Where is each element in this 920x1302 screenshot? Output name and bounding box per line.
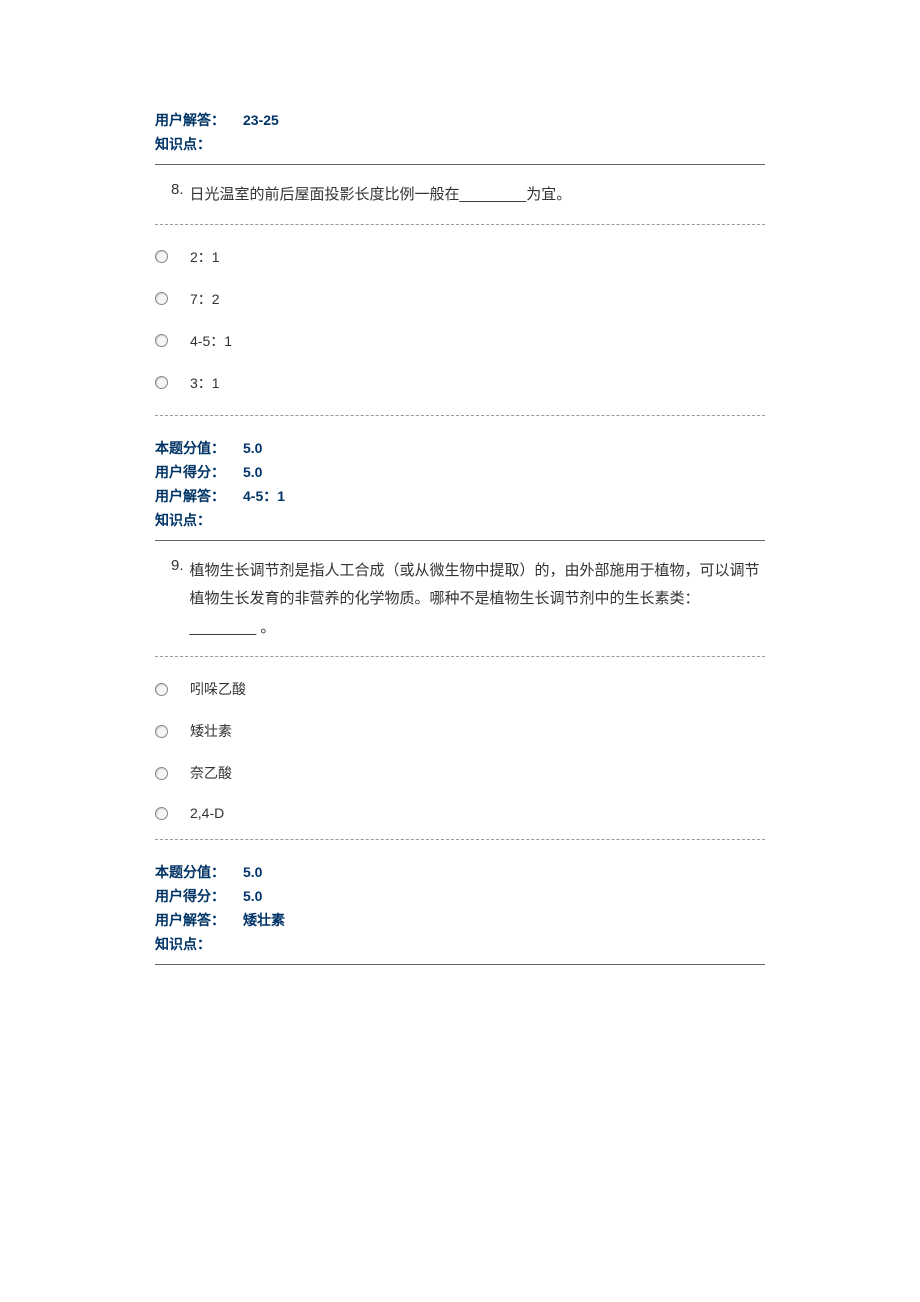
meta-row-knowledge: 知识点： bbox=[155, 934, 765, 954]
meta-row-user-score: 用户得分： 5.0 bbox=[155, 886, 765, 906]
meta-row-knowledge: 知识点： bbox=[155, 510, 765, 530]
question-number: 9. bbox=[171, 557, 184, 574]
meta-row-user-answer: 用户解答： 矮壮素 bbox=[155, 910, 765, 930]
option-row[interactable]: 3：1 bbox=[155, 373, 765, 393]
radio-icon[interactable] bbox=[155, 767, 168, 780]
value-user-answer: 矮壮素 bbox=[243, 910, 285, 930]
value-user-score: 5.0 bbox=[243, 464, 262, 480]
value-user-answer-q7: 23-25 bbox=[243, 112, 279, 128]
q7-meta-tail: 用户解答： 23-25 知识点： bbox=[155, 110, 765, 154]
divider-solid bbox=[155, 164, 765, 165]
option-text: 7：2 bbox=[190, 289, 220, 309]
meta-row-knowledge: 知识点： bbox=[155, 134, 765, 154]
question-text: 植物生长调节剂是指人工合成（或从微生物中提取）的，由外部施用于植物，可以调节植物… bbox=[190, 557, 765, 643]
option-text: 吲哚乙酸 bbox=[190, 679, 246, 699]
q8-options: 2：1 7：2 4-5：1 3：1 bbox=[155, 247, 765, 393]
radio-icon[interactable] bbox=[155, 376, 168, 389]
label-knowledge-point: 知识点： bbox=[155, 510, 235, 530]
question-number: 8. bbox=[171, 181, 184, 198]
label-user-score: 用户得分： bbox=[155, 886, 235, 906]
value-user-answer: 4-5：1 bbox=[243, 486, 285, 506]
radio-icon[interactable] bbox=[155, 334, 168, 347]
label-user-answer: 用户解答： bbox=[155, 486, 235, 506]
value-question-score: 5.0 bbox=[243, 864, 262, 880]
value-question-score: 5.0 bbox=[243, 440, 262, 456]
option-row[interactable]: 2：1 bbox=[155, 247, 765, 267]
q9-meta: 本题分值： 5.0 用户得分： 5.0 用户解答： 矮壮素 知识点： bbox=[155, 862, 765, 954]
option-text: 2：1 bbox=[190, 247, 220, 267]
label-question-score: 本题分值： bbox=[155, 438, 235, 458]
divider-dashed bbox=[155, 224, 765, 225]
meta-row-user-score: 用户得分： 5.0 bbox=[155, 462, 765, 482]
divider-dashed bbox=[155, 839, 765, 840]
radio-icon[interactable] bbox=[155, 683, 168, 696]
divider-dashed bbox=[155, 656, 765, 657]
question-9: 9. 植物生长调节剂是指人工合成（或从微生物中提取）的，由外部施用于植物，可以调… bbox=[155, 557, 765, 643]
q8-meta: 本题分值： 5.0 用户得分： 5.0 用户解答： 4-5：1 知识点： bbox=[155, 438, 765, 530]
radio-icon[interactable] bbox=[155, 807, 168, 820]
meta-row-score: 本题分值： 5.0 bbox=[155, 438, 765, 458]
divider-dashed bbox=[155, 415, 765, 416]
option-row[interactable]: 7：2 bbox=[155, 289, 765, 309]
q9-options: 吲哚乙酸 矮壮素 奈乙酸 2,4-D bbox=[155, 679, 765, 821]
question-text: 日光温室的前后屋面投影长度比例一般在________为宜。 bbox=[190, 181, 765, 210]
value-user-score: 5.0 bbox=[243, 888, 262, 904]
option-row[interactable]: 矮壮素 bbox=[155, 721, 765, 741]
meta-row-user-answer: 用户解答： 4-5：1 bbox=[155, 486, 765, 506]
label-question-score: 本题分值： bbox=[155, 862, 235, 882]
label-knowledge-point: 知识点： bbox=[155, 134, 235, 154]
meta-row-score: 本题分值： 5.0 bbox=[155, 862, 765, 882]
label-knowledge-point: 知识点： bbox=[155, 934, 235, 954]
radio-icon[interactable] bbox=[155, 725, 168, 738]
question-8: 8. 日光温室的前后屋面投影长度比例一般在________为宜。 bbox=[155, 181, 765, 210]
label-user-answer: 用户解答： bbox=[155, 910, 235, 930]
option-text: 4-5：1 bbox=[190, 331, 232, 351]
option-row[interactable]: 4-5：1 bbox=[155, 331, 765, 351]
divider-solid bbox=[155, 540, 765, 541]
option-text: 矮壮素 bbox=[190, 721, 232, 741]
option-row[interactable]: 2,4-D bbox=[155, 805, 765, 821]
label-user-score: 用户得分： bbox=[155, 462, 235, 482]
option-row[interactable]: 吲哚乙酸 bbox=[155, 679, 765, 699]
option-text: 3：1 bbox=[190, 373, 220, 393]
label-user-answer: 用户解答： bbox=[155, 110, 235, 130]
option-text: 奈乙酸 bbox=[190, 763, 232, 783]
radio-icon[interactable] bbox=[155, 292, 168, 305]
radio-icon[interactable] bbox=[155, 250, 168, 263]
option-text: 2,4-D bbox=[190, 805, 224, 821]
option-row[interactable]: 奈乙酸 bbox=[155, 763, 765, 783]
divider-solid bbox=[155, 964, 765, 965]
meta-row-user-answer: 用户解答： 23-25 bbox=[155, 110, 765, 130]
